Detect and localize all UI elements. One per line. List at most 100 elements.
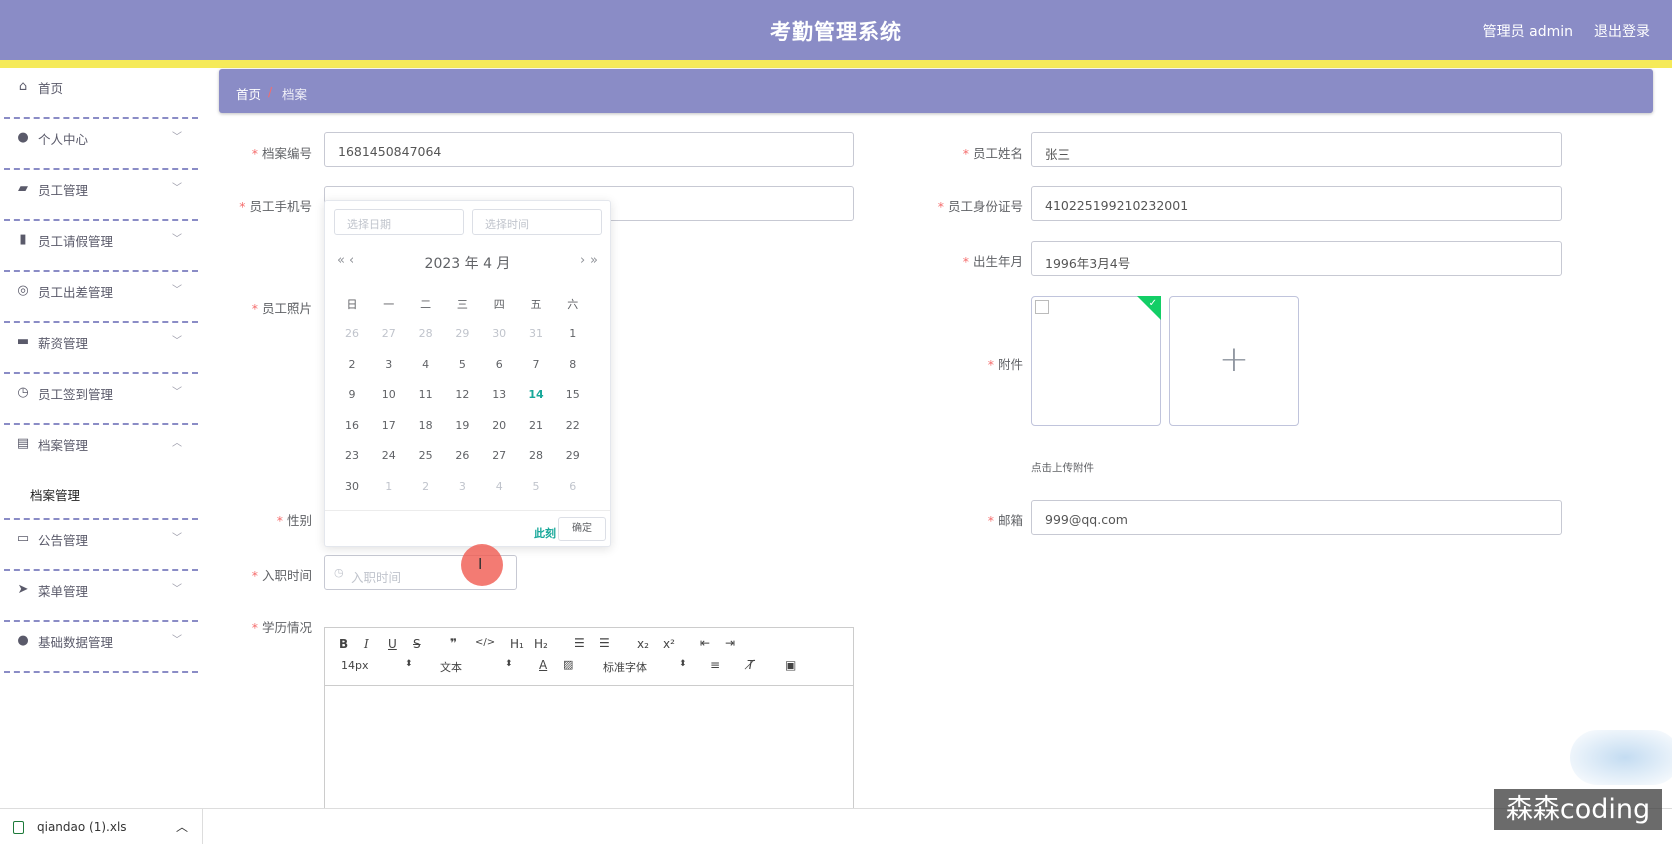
sidebar-item-0[interactable]: ⌂ 首页 <box>4 68 198 119</box>
weekday-label: 四 <box>493 298 505 311</box>
calendar-day[interactable]: 20 <box>484 419 514 432</box>
quote-icon[interactable]: ❞ <box>450 636 457 650</box>
align-icon[interactable]: ≡ <box>710 658 720 672</box>
calendar-day[interactable]: 10 <box>374 388 404 401</box>
calendar-day[interactable]: 17 <box>374 419 404 432</box>
birth-label: * 出生年月 <box>962 254 1023 269</box>
calendar-day[interactable]: 14 <box>521 388 551 401</box>
sidebar-item-10[interactable]: ● 基础数据管理 ﹀ <box>4 622 198 673</box>
picker-date-input[interactable]: 选择日期 <box>334 209 464 235</box>
heading2-button[interactable]: H₂ <box>534 637 548 651</box>
image-icon[interactable]: ▣ <box>785 658 796 672</box>
font-color-icon[interactable]: A <box>539 658 547 672</box>
calendar-day[interactable]: 18 <box>411 419 441 432</box>
chevron-up-icon: ︿ <box>172 438 182 449</box>
calendar-day[interactable]: 31 <box>521 327 551 340</box>
calendar-day[interactable]: 6 <box>484 358 514 371</box>
chevron-up-icon[interactable]: ︿ <box>176 818 188 835</box>
archive-no-input[interactable]: 1681450847064 <box>324 132 854 167</box>
calendar-day[interactable]: 28 <box>521 449 551 462</box>
block-format-select[interactable]: 文本 <box>440 659 462 675</box>
breadcrumb-home[interactable]: 首页 <box>236 84 261 103</box>
calendar-day[interactable]: 25 <box>411 449 441 462</box>
editor-toolbar: B I U S ❞ </> H₁ H₂ ☰ ☰ x₂ x² ⇤ ⇥ 14px ⬍… <box>325 628 853 686</box>
sidebar-item-1[interactable]: ● 个人中心 ﹀ <box>4 119 198 170</box>
calendar-day[interactable]: 8 <box>558 358 588 371</box>
sidebar-subitem-archive[interactable]: 档案管理 <box>30 485 80 504</box>
calendar-day[interactable]: 26 <box>447 449 477 462</box>
calendar-day[interactable]: 16 <box>337 419 367 432</box>
calendar-day[interactable]: 1 <box>558 327 588 340</box>
rich-text-editor[interactable]: B I U S ❞ </> H₁ H₂ ☰ ☰ x₂ x² ⇤ ⇥ 14px ⬍… <box>324 627 854 809</box>
calendar-day[interactable]: 27 <box>484 449 514 462</box>
uploaded-attachment[interactable]: ✓ <box>1031 296 1161 426</box>
name-input[interactable]: 张三 <box>1031 132 1562 167</box>
calendar-day[interactable]: 15 <box>558 388 588 401</box>
sidebar-item-7[interactable]: ▤ 档案管理 ︿ 档案管理 <box>4 425 198 520</box>
code-icon[interactable]: </> <box>475 637 495 648</box>
calendar-day[interactable]: 2 <box>337 358 367 371</box>
clear-format-icon[interactable]: T̸ <box>747 658 754 672</box>
sidebar-item-6[interactable]: ◷ 员工签到管理 ﹀ <box>4 374 198 425</box>
superscript-button[interactable]: x² <box>663 637 675 651</box>
calendar-day[interactable]: 4 <box>484 480 514 493</box>
calendar-day[interactable]: 9 <box>337 388 367 401</box>
italic-button[interactable]: I <box>364 637 369 651</box>
idcard-input[interactable]: 410225199210232001 <box>1031 186 1562 221</box>
calendar-day[interactable]: 12 <box>447 388 477 401</box>
confirm-button[interactable]: 确定 <box>558 517 606 541</box>
calendar-day[interactable]: 4 <box>411 358 441 371</box>
user-icon: ● <box>17 130 29 145</box>
sidebar-item-8[interactable]: ▭ 公告管理 ﹀ <box>4 520 198 571</box>
logout-link[interactable]: 退出登录 <box>1594 21 1650 41</box>
calendar-day[interactable]: 3 <box>374 358 404 371</box>
calendar-day[interactable]: 28 <box>411 327 441 340</box>
bullet-list-icon[interactable]: ☰ <box>599 636 610 650</box>
sidebar-item-5[interactable]: ▬ 薪资管理 ﹀ <box>4 323 198 374</box>
sidebar-item-label: 档案管理 <box>38 438 89 453</box>
next-year-icon[interactable]: » <box>590 253 598 268</box>
calendar-day[interactable]: 30 <box>337 480 367 493</box>
calendar-day[interactable]: 7 <box>521 358 551 371</box>
email-input[interactable]: 999@qq.com <box>1031 500 1562 535</box>
sidebar-item-2[interactable]: ▰ 员工管理 ﹀ <box>4 170 198 221</box>
calendar-day[interactable]: 11 <box>411 388 441 401</box>
font-family-select[interactable]: 标准字体 <box>603 659 647 675</box>
calendar-day[interactable]: 22 <box>558 419 588 432</box>
calendar-day[interactable]: 29 <box>558 449 588 462</box>
subscript-button[interactable]: x₂ <box>637 637 649 651</box>
calendar-day[interactable]: 19 <box>447 419 477 432</box>
calendar-day[interactable]: 24 <box>374 449 404 462</box>
calendar-day[interactable]: 21 <box>521 419 551 432</box>
heading1-button[interactable]: H₁ <box>510 637 524 651</box>
calendar-day[interactable]: 5 <box>447 358 477 371</box>
ordered-list-icon[interactable]: ☰ <box>574 636 585 650</box>
calendar-day[interactable]: 30 <box>484 327 514 340</box>
download-item[interactable]: qiandao (1).xls ︿ <box>10 809 203 844</box>
calendar-day[interactable]: 3 <box>447 480 477 493</box>
bg-color-icon[interactable]: ▨ <box>563 658 573 671</box>
calendar-day[interactable]: 26 <box>337 327 367 340</box>
outdent-icon[interactable]: ⇤ <box>700 636 710 650</box>
birth-input[interactable]: 1996年3月4号 <box>1031 241 1562 276</box>
calendar-day[interactable]: 6 <box>558 480 588 493</box>
sidebar-item-4[interactable]: ◎ 员工出差管理 ﹀ <box>4 272 198 323</box>
underline-button[interactable]: U <box>388 637 397 651</box>
upload-button[interactable]: + <box>1169 296 1299 426</box>
indent-icon[interactable]: ⇥ <box>725 636 735 650</box>
calendar-day[interactable]: 13 <box>484 388 514 401</box>
bold-button[interactable]: B <box>339 637 348 651</box>
now-button[interactable]: 此刻 <box>534 525 556 541</box>
sidebar-item-3[interactable]: ▮ 员工请假管理 ﹀ <box>4 221 198 272</box>
next-month-icon[interactable]: › <box>580 253 585 268</box>
calendar-day[interactable]: 1 <box>374 480 404 493</box>
calendar-day[interactable]: 2 <box>411 480 441 493</box>
picker-time-input[interactable]: 选择时间 <box>472 209 602 235</box>
calendar-day[interactable]: 29 <box>447 327 477 340</box>
font-size-select[interactable]: 14px <box>341 659 369 672</box>
calendar-day[interactable]: 23 <box>337 449 367 462</box>
sidebar-item-9[interactable]: ➤ 菜单管理 ﹀ <box>4 571 198 622</box>
calendar-day[interactable]: 27 <box>374 327 404 340</box>
strike-button[interactable]: S <box>413 637 421 651</box>
calendar-day[interactable]: 5 <box>521 480 551 493</box>
